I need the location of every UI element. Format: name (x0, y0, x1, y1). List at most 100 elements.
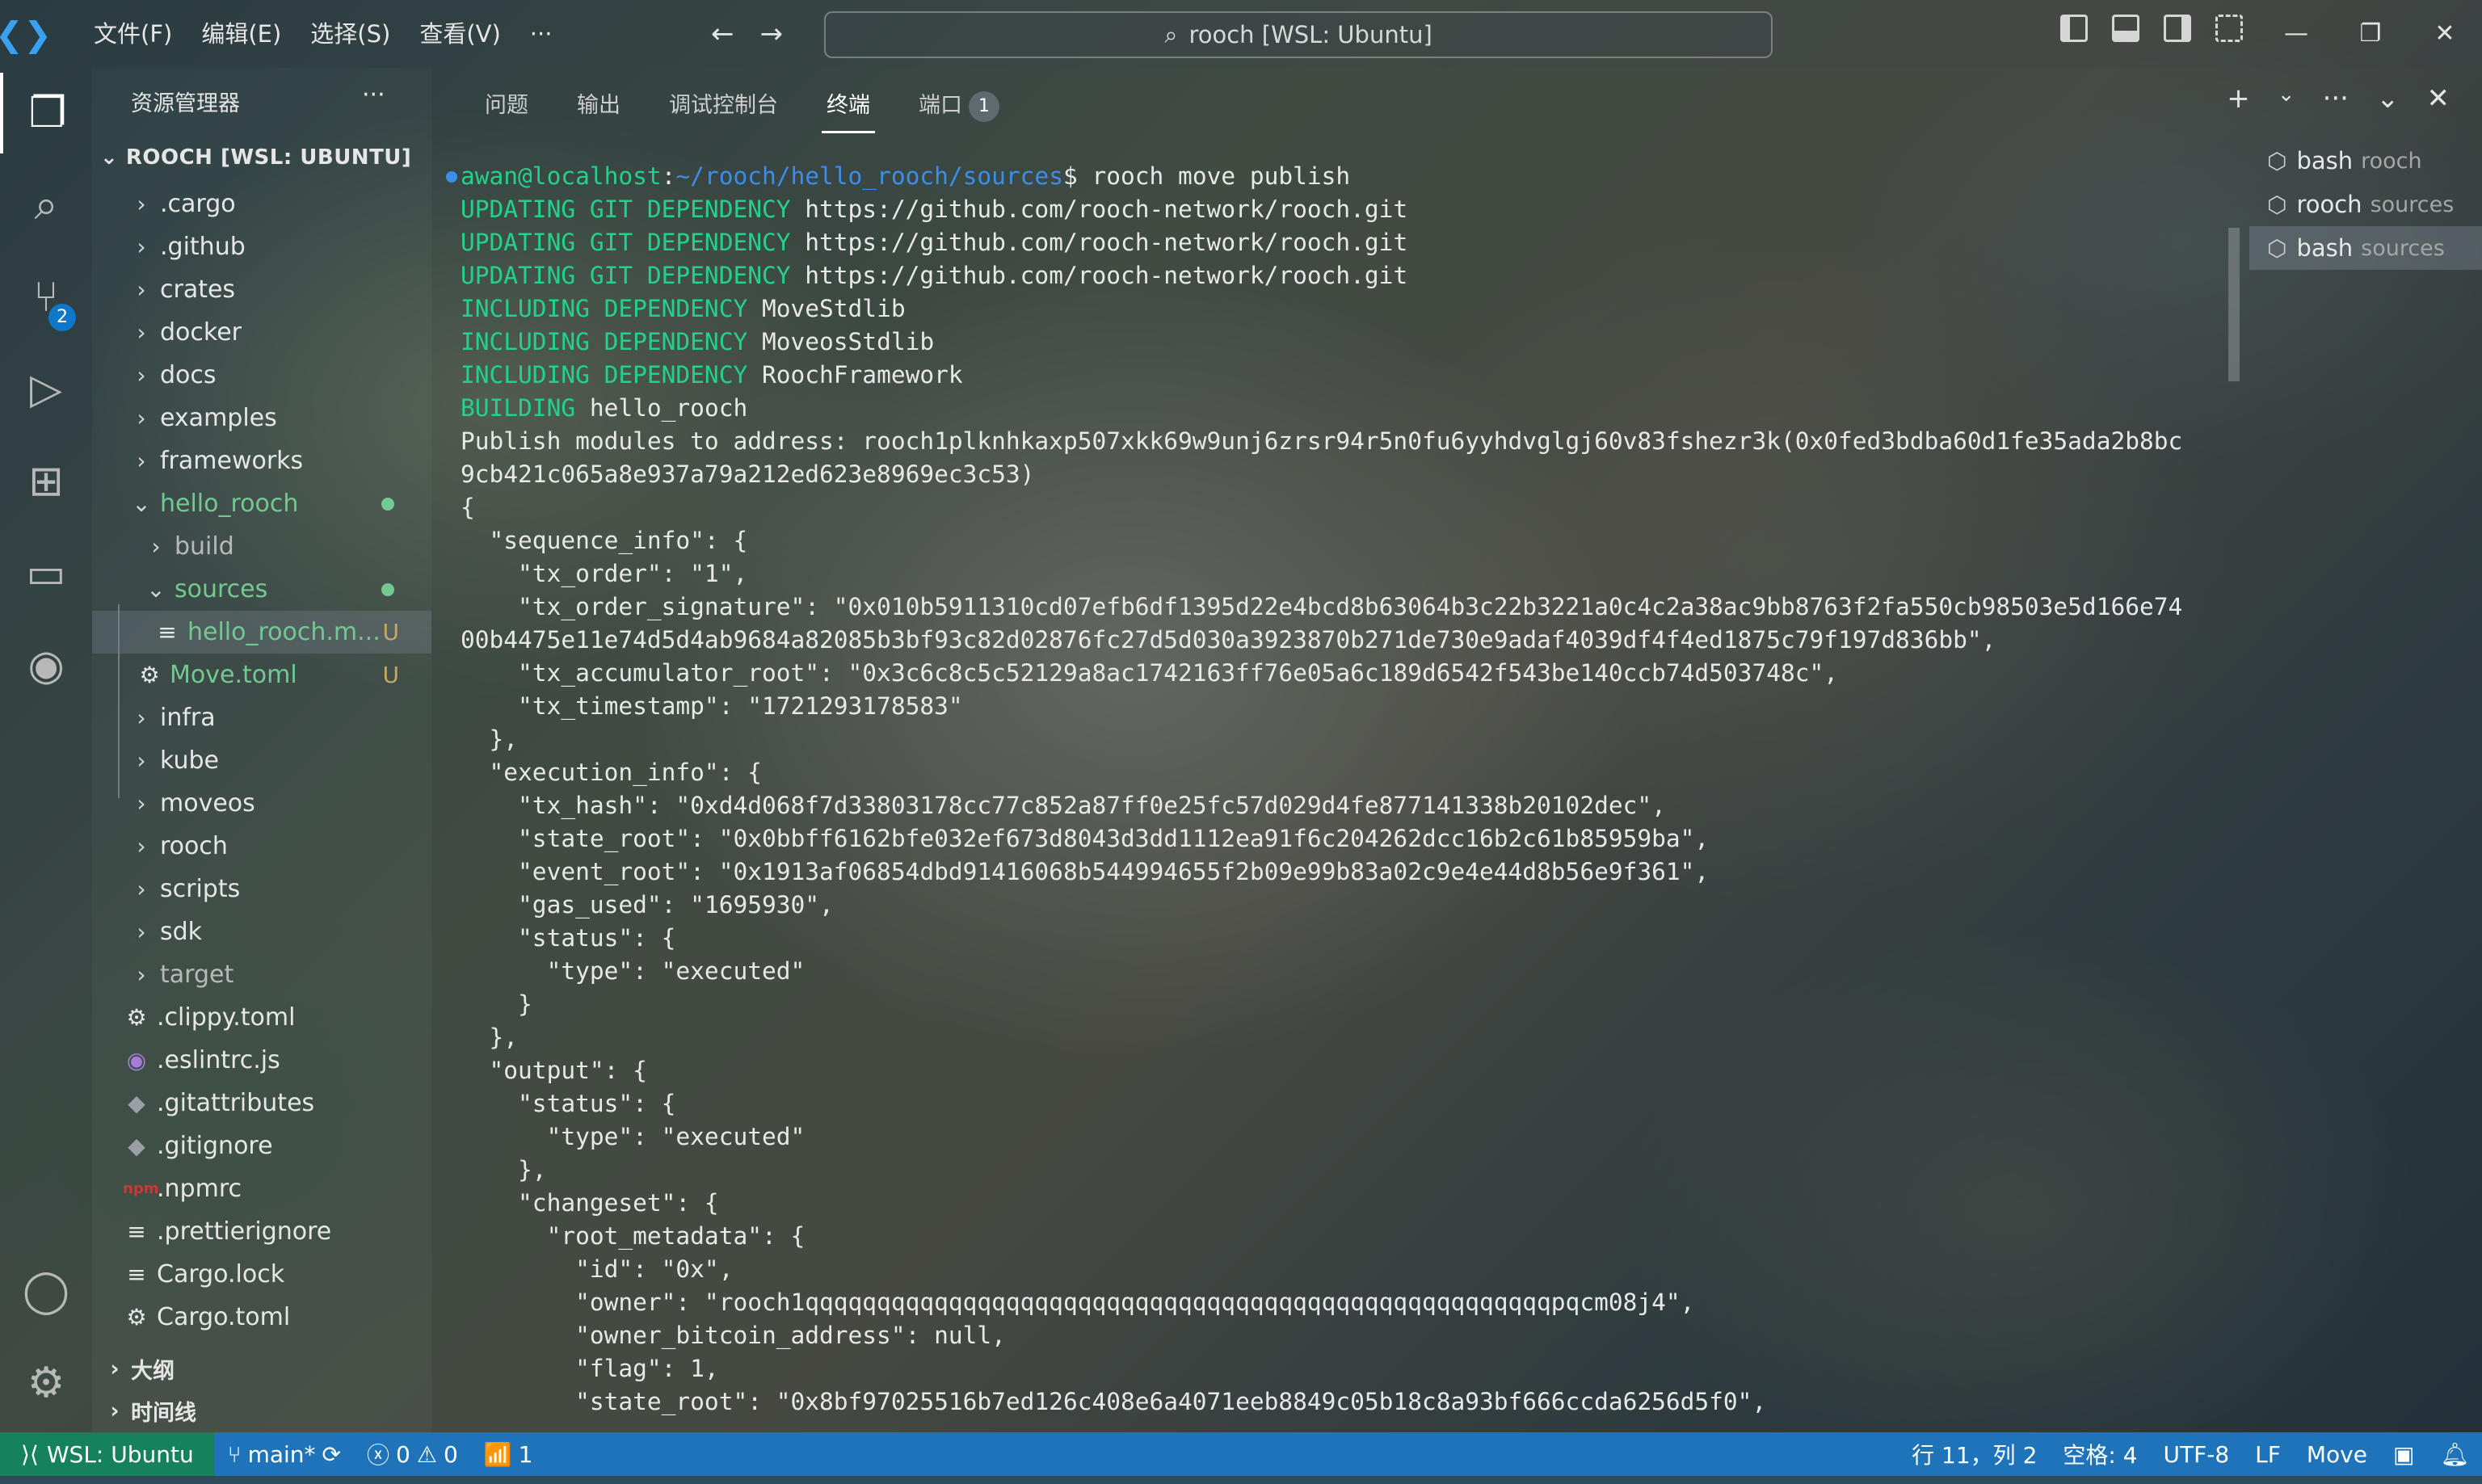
collapse-panel-chevron-icon[interactable]: ⌄ (2376, 82, 2400, 115)
tree-item-prettierignore[interactable]: ≡ .prettierignore (92, 1210, 431, 1253)
tree-item-scripts[interactable]: › scripts (92, 868, 431, 910)
tree-item-examples[interactable]: › examples (92, 397, 431, 439)
chevron-right-icon: › (137, 961, 146, 988)
tree-item-github[interactable]: › .github (92, 225, 431, 268)
close-window-icon[interactable]: ✕ (2408, 0, 2482, 68)
explorer-more-actions[interactable]: ··· (362, 81, 385, 109)
terminal-line: "tx_hash": "0xd4d068f7d33803178cc77c852a… (461, 789, 2238, 822)
tree-item-kube[interactable]: › kube (92, 739, 431, 782)
terminal-instance-rooch-sources[interactable]: ⬡ rooch sources (2249, 183, 2482, 226)
tree-item-move-toml[interactable]: ⚙ Move.toml U (92, 654, 431, 696)
indentation[interactable]: 空格: 4 (2050, 1432, 2150, 1476)
tab-terminal[interactable]: 终端 (802, 87, 894, 132)
terminal-output[interactable]: awan@localhost:~/rooch/hello_rooch/sourc… (446, 160, 2238, 1420)
extensions-icon[interactable]: ⊞ (0, 441, 92, 522)
tree-item-hello-rooch[interactable]: ⌄ hello_rooch (92, 482, 431, 525)
menu-file[interactable]: 文件(F) (79, 0, 187, 68)
back-arrow-icon[interactable]: ← (711, 18, 734, 50)
remote-indicator[interactable]: ⟩⟨ WSL: Ubuntu (0, 1432, 215, 1476)
tree-item-infra[interactable]: › infra (92, 696, 431, 739)
toggle-secondary-sidebar-icon[interactable] (2164, 15, 2191, 42)
feedback-icon[interactable]: ▣ (2380, 1432, 2427, 1476)
tab-problems[interactable]: 问题 (461, 87, 553, 130)
tree-item-hello-rooch-move[interactable]: ≡ hello_rooch.m... U (92, 611, 431, 654)
cursor-position[interactable]: 行 11，列 2 (1899, 1432, 2050, 1476)
terminal-dropdown-chevron-icon[interactable]: ⌄ (2278, 82, 2295, 115)
explorer-icon[interactable]: ❐ (0, 73, 92, 153)
tree-item-gitattributes[interactable]: ◆ .gitattributes (92, 1082, 431, 1125)
settings-gear-icon[interactable]: ⚙ (0, 1343, 92, 1423)
terminal-line: "status": { (461, 922, 2238, 955)
terminal-text: RoochFramework (747, 361, 963, 389)
source-control-icon[interactable]: ⑂ 2 (0, 257, 92, 338)
tree-item-cargo-lock[interactable]: ≡ Cargo.lock (92, 1253, 431, 1296)
outline-section-header[interactable]: › 大纲 (92, 1347, 431, 1389)
minimize-icon[interactable]: — (2259, 0, 2333, 68)
new-terminal-plus-icon[interactable]: + (2227, 82, 2250, 115)
chevron-down-icon: ⌄ (100, 145, 126, 170)
tree-item-docs[interactable]: › docs (92, 354, 431, 397)
workspace-root[interactable]: ⌄ ROOCH [WSL: UBUNTU] (100, 145, 411, 170)
terminal-keyword: INCLUDING DEPENDENCY (461, 361, 748, 389)
search-view-icon[interactable]: ⌕ (0, 165, 92, 246)
tree-item-eslintrc[interactable]: ◉ .eslintrc.js (92, 1039, 431, 1082)
toggle-panel-icon[interactable] (2112, 15, 2139, 42)
terminal-text: "flag": 1, (461, 1355, 719, 1382)
line-ending[interactable]: LF (2242, 1432, 2294, 1476)
tree-item-cargo-toml[interactable]: ⚙ Cargo.toml (92, 1296, 431, 1339)
sync-icon[interactable]: ⟳ (322, 1441, 341, 1468)
terminal-line: Publish modules to address: rooch1plknhk… (461, 425, 2238, 458)
tree-item-target[interactable]: › target (92, 953, 431, 996)
restore-icon[interactable]: ❐ (2333, 0, 2408, 68)
customize-layout-icon[interactable] (2215, 15, 2243, 42)
extension-view-icon[interactable]: ◉ (0, 625, 92, 706)
accounts-icon[interactable]: ◯ (0, 1251, 92, 1331)
tree-item-moveos[interactable]: › moveos (92, 782, 431, 825)
language-mode[interactable]: Move (2294, 1432, 2380, 1476)
terminal-instance-bash-sources[interactable]: ⬡ bash sources (2249, 226, 2482, 270)
git-branch[interactable]: ⑂ main* ⟳ (215, 1432, 354, 1476)
terminal-line: "state_root": "0x0bbff6162bfe032ef673d80… (461, 822, 2238, 856)
modified-dot (381, 497, 394, 511)
tree-item-frameworks[interactable]: › frameworks (92, 439, 431, 482)
encoding[interactable]: UTF-8 (2151, 1432, 2243, 1476)
ports-indicator[interactable]: 📶 1 (471, 1432, 546, 1476)
terminal-line: "root_metadata": { (461, 1220, 2238, 1253)
terminal-text: "event_root": "0x1913af06854dbd91416068b… (461, 858, 1710, 885)
remote-icon: ⟩⟨ (21, 1440, 39, 1468)
command-center-search[interactable]: ⌕ rooch [WSL: Ubuntu] (824, 11, 1773, 58)
tree-item-clippy-toml[interactable]: ⚙ .clippy.toml (92, 996, 431, 1039)
tab-debug-console[interactable]: 调试控制台 (645, 87, 802, 130)
tree-item-docker[interactable]: › docker (92, 311, 431, 354)
menu-selection[interactable]: 选择(S) (296, 0, 405, 68)
tab-ports[interactable]: 端口 1 (894, 87, 1024, 130)
prompt-path: ~/rooch/hello_rooch/sources (675, 162, 1063, 190)
timeline-section-header[interactable]: › 时间线 (92, 1389, 431, 1431)
chevron-right-icon: › (137, 448, 146, 474)
terminal-scrollbar[interactable] (2228, 228, 2240, 381)
tab-output[interactable]: 输出 (553, 87, 645, 130)
tree-item-crates[interactable]: › crates (92, 268, 431, 311)
tree-item-sources[interactable]: ⌄ sources (92, 568, 431, 611)
terminal-instance-bash-rooch[interactable]: ⬡ bash rooch (2249, 139, 2482, 183)
remote-explorer-icon[interactable]: ▭ (0, 533, 92, 614)
tree-item-cargo[interactable]: › .cargo (92, 183, 431, 225)
tree-item-build[interactable]: › build (92, 525, 431, 568)
tree-item-rooch[interactable]: › rooch (92, 825, 431, 868)
terminal-text: https://github.com/rooch-network/rooch.g… (790, 229, 1408, 256)
menu-more[interactable]: ··· (515, 0, 567, 68)
forward-arrow-icon[interactable]: → (760, 18, 784, 50)
toggle-primary-sidebar-icon[interactable] (2060, 15, 2088, 42)
menu-edit[interactable]: 编辑(E) (187, 0, 296, 68)
tree-item-sdk[interactable]: › sdk (92, 910, 431, 953)
menu-view[interactable]: 查看(V) (405, 0, 515, 68)
terminal-text: "type": "executed" (461, 1123, 806, 1150)
problems-indicator[interactable]: ⓧ 0 ⚠ 0 (354, 1432, 471, 1476)
tree-item-npmrc[interactable]: npm .npmrc (92, 1167, 431, 1210)
close-panel-icon[interactable]: ✕ (2427, 82, 2450, 115)
more-actions-icon[interactable]: ··· (2323, 82, 2349, 115)
notifications-bell-icon[interactable]: 🔔︎ (2427, 1432, 2482, 1476)
run-debug-icon[interactable]: ▷ (0, 349, 92, 430)
tree-item-gitignore[interactable]: ◆ .gitignore (92, 1125, 431, 1167)
explorer-title: 资源管理器 (131, 91, 240, 116)
